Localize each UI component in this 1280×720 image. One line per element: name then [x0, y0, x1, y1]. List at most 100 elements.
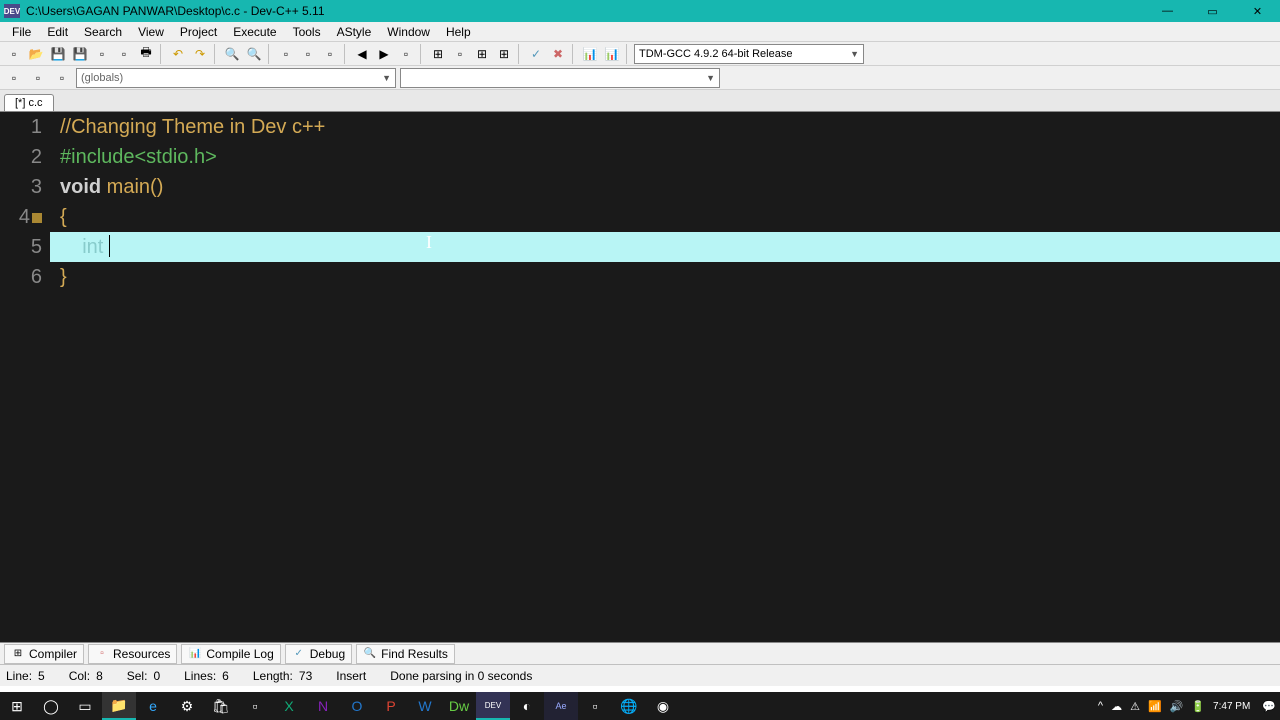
run-icon[interactable]: ▫: [450, 44, 470, 64]
minimize-button[interactable]: —: [1145, 0, 1190, 22]
compile-run-icon[interactable]: ⊞: [472, 44, 492, 64]
tab-compiler[interactable]: ⊞ Compiler: [4, 644, 84, 664]
insert-icon[interactable]: ▫: [28, 68, 48, 88]
grid-icon: ⊞: [11, 647, 25, 661]
search-icon: 🔍: [363, 647, 377, 661]
clock[interactable]: 7:47 PM: [1213, 701, 1254, 712]
member-select[interactable]: ▼: [400, 68, 720, 88]
save-icon[interactable]: 💾: [48, 44, 68, 64]
line-gutter: 1 2 3 4 5 6: [0, 112, 50, 642]
replace-icon[interactable]: 🔍: [244, 44, 264, 64]
new-class-icon[interactable]: ▫: [4, 68, 24, 88]
goto-icon[interactable]: ▫: [320, 44, 340, 64]
toggle-icon[interactable]: ▫: [52, 68, 72, 88]
profile-icon[interactable]: 📊: [580, 44, 600, 64]
home-icon[interactable]: ▫: [396, 44, 416, 64]
edit-icon[interactable]: ▫: [276, 44, 296, 64]
tab-debug[interactable]: ✓ Debug: [285, 644, 352, 664]
tab-compile-log[interactable]: 📊 Compile Log: [181, 644, 280, 664]
menu-view[interactable]: View: [130, 23, 172, 41]
rebuild-icon[interactable]: ⊞: [494, 44, 514, 64]
tab-label: Compiler: [29, 647, 77, 661]
start-button[interactable]: ⊞: [0, 692, 34, 720]
chevron-down-icon: ▼: [850, 49, 859, 59]
menu-search[interactable]: Search: [76, 23, 130, 41]
find-icon[interactable]: 🔍: [222, 44, 242, 64]
eclipse-icon[interactable]: ◐: [510, 692, 544, 720]
volume-icon[interactable]: 🔊: [1170, 700, 1184, 713]
current-line[interactable]: int: [50, 232, 1280, 262]
onedrive-icon[interactable]: ☁: [1111, 700, 1122, 713]
tab-find-results[interactable]: 🔍 Find Results: [356, 644, 455, 664]
file-tab[interactable]: [*] c.c: [4, 94, 54, 111]
separator-icon: [572, 44, 576, 64]
status-mode: Insert: [336, 669, 366, 683]
line-number: 2: [0, 142, 42, 172]
menu-astyle[interactable]: AStyle: [329, 23, 380, 41]
line-number: 6: [0, 262, 42, 292]
menu-execute[interactable]: Execute: [225, 23, 284, 41]
wifi-icon[interactable]: 📶: [1148, 700, 1162, 713]
open-icon[interactable]: 📂: [26, 44, 46, 64]
store-icon[interactable]: 🛍: [204, 692, 238, 720]
fold-marker-icon[interactable]: [32, 213, 42, 223]
print-icon[interactable]: 🖶: [136, 44, 156, 64]
compiler-select[interactable]: TDM-GCC 4.9.2 64-bit Release ▼: [634, 44, 864, 64]
text-caret: [109, 235, 110, 257]
onenote-icon[interactable]: N: [306, 692, 340, 720]
system-tray[interactable]: ^ ☁ ⚠ 📶 🔊 🔋 7:47 PM 💬: [1098, 700, 1280, 713]
undo-icon[interactable]: ↶: [168, 44, 188, 64]
redo-icon[interactable]: ↷: [190, 44, 210, 64]
close-all-icon[interactable]: ▫: [114, 44, 134, 64]
menu-tools[interactable]: Tools: [285, 23, 329, 41]
status-length: Length:73: [253, 669, 312, 683]
back-icon[interactable]: ◀: [352, 44, 372, 64]
stop-icon[interactable]: ✖: [548, 44, 568, 64]
devcpp-taskbar-icon[interactable]: DEV: [476, 692, 510, 720]
menu-help[interactable]: Help: [438, 23, 479, 41]
maximize-button[interactable]: ▭: [1190, 0, 1235, 22]
scope-select[interactable]: (globals) ▼: [76, 68, 396, 88]
profile2-icon[interactable]: 📊: [602, 44, 622, 64]
windows-taskbar[interactable]: ⊞ ◯ ▭ 📁 e ⚙ 🛍 ▫ X N O P W Dw DEV ◐ Ae ▫ …: [0, 692, 1280, 720]
app2-icon[interactable]: ▫: [578, 692, 612, 720]
close-button[interactable]: ✕: [1235, 0, 1280, 22]
debug-icon[interactable]: ✓: [526, 44, 546, 64]
powerpoint-icon[interactable]: P: [374, 692, 408, 720]
code-text: void: [60, 176, 101, 198]
code-editor[interactable]: 1 2 3 4 5 6 //Changing Theme in Dev c++ …: [0, 112, 1280, 642]
chrome-icon[interactable]: ◉: [646, 692, 680, 720]
file-explorer-icon[interactable]: 📁: [102, 692, 136, 720]
menu-edit[interactable]: Edit: [39, 23, 76, 41]
network-icon[interactable]: ⚠: [1130, 700, 1140, 713]
cortana-icon[interactable]: ◯: [34, 692, 68, 720]
status-parse: Done parsing in 0 seconds: [390, 669, 532, 683]
outlook-icon[interactable]: O: [340, 692, 374, 720]
tray-chevron-icon[interactable]: ^: [1098, 700, 1103, 712]
app-icon[interactable]: ▫: [238, 692, 272, 720]
aftereffects-icon[interactable]: Ae: [544, 692, 578, 720]
dreamweaver-icon[interactable]: Dw: [442, 692, 476, 720]
code-area[interactable]: //Changing Theme in Dev c++ #include<std…: [50, 112, 1280, 642]
code-text: int: [82, 236, 109, 258]
edge-icon[interactable]: e: [136, 692, 170, 720]
code-text: }: [60, 266, 67, 288]
word-icon[interactable]: W: [408, 692, 442, 720]
menu-project[interactable]: Project: [172, 23, 225, 41]
new-file-icon[interactable]: ▫: [4, 44, 24, 64]
save-all-icon[interactable]: 💾: [70, 44, 90, 64]
check-icon: ✓: [292, 647, 306, 661]
battery-icon[interactable]: 🔋: [1191, 700, 1205, 713]
menu-file[interactable]: File: [4, 23, 39, 41]
settings-icon[interactable]: ⚙: [170, 692, 204, 720]
task-view-icon[interactable]: ▭: [68, 692, 102, 720]
notifications-icon[interactable]: 💬: [1262, 700, 1276, 713]
close-file-icon[interactable]: ▫: [92, 44, 112, 64]
excel-icon[interactable]: X: [272, 692, 306, 720]
globe-icon[interactable]: 🌐: [612, 692, 646, 720]
compile-icon[interactable]: ⊞: [428, 44, 448, 64]
bookmark-icon[interactable]: ▫: [298, 44, 318, 64]
menu-window[interactable]: Window: [379, 23, 438, 41]
tab-resources[interactable]: ▫ Resources: [88, 644, 177, 664]
forward-icon[interactable]: ▶: [374, 44, 394, 64]
